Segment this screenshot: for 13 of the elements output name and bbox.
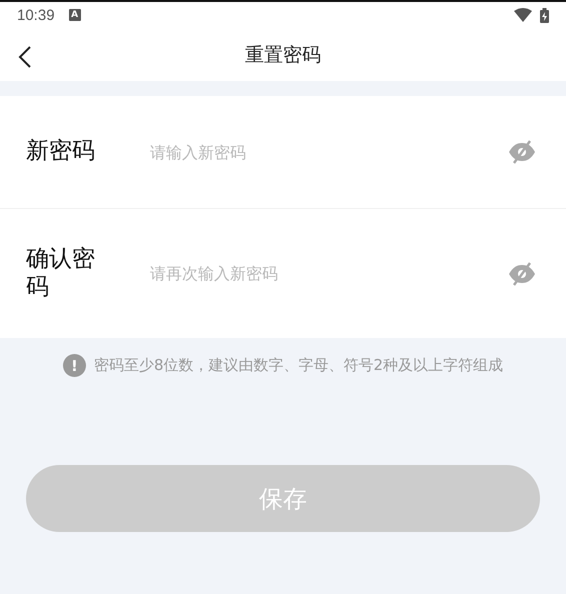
field-label: 确认密码 — [26, 246, 96, 302]
password-field[interactable]: 请输入新密码 — [148, 142, 508, 162]
field-label: 新密码 — [26, 138, 96, 166]
password-hint: 密码至少8位数，建议由数字、字母、符号2种及以上字符组成 — [94, 356, 504, 375]
password-field[interactable]: 请再次输入新密码 — [148, 263, 508, 284]
page-title: 重置密码 — [245, 42, 321, 68]
status-time: 10:39 — [17, 6, 55, 24]
battery-icon — [540, 8, 549, 22]
notification-icon: A — [68, 9, 81, 21]
warning-icon: ! — [62, 354, 86, 377]
wifi-icon — [514, 8, 532, 22]
eye-off-icon[interactable] — [508, 139, 536, 165]
eye-off-icon[interactable] — [508, 260, 536, 286]
